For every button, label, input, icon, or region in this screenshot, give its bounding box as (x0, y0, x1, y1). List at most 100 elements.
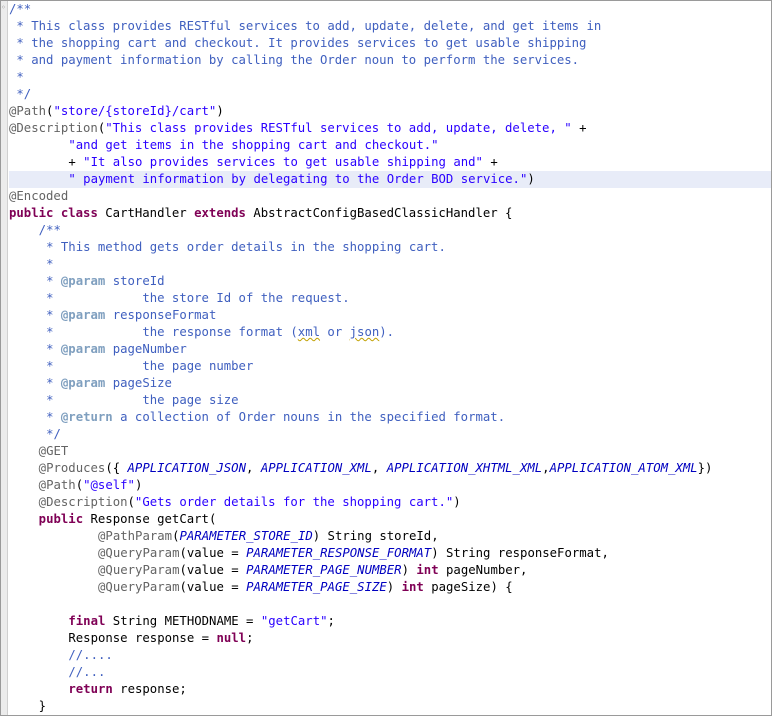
code-token: + (571, 121, 587, 135)
code-line[interactable]: @Produces({ APPLICATION_JSON, APPLICATIO… (9, 460, 771, 477)
code-token: xml (297, 325, 321, 339)
code-token: @param (60, 274, 106, 288)
code-line[interactable]: * the page number (9, 358, 771, 375)
code-token: , (542, 461, 550, 475)
code-token: PARAMETER_PAGE_SIZE (246, 580, 387, 594)
code-token: PARAMETER_PAGE_NUMBER (246, 563, 402, 577)
code-line[interactable]: * @param pageSize (9, 375, 771, 392)
code-line[interactable]: return response; (9, 681, 771, 698)
code-area[interactable]: /** * This class provides RESTful servic… (9, 1, 771, 715)
code-token: pageSize (105, 376, 172, 390)
code-token: (value = (179, 580, 247, 594)
code-token: final (68, 614, 106, 628)
code-token: "It also provides services to get usable… (83, 155, 483, 169)
code-line[interactable] (9, 596, 771, 613)
code-line[interactable]: * the response format (xml or json). (9, 324, 771, 341)
code-token: pageNumber (105, 342, 187, 356)
code-token: PARAMETER_STORE_ID (179, 529, 313, 543)
code-line[interactable]: public class CartHandler extends Abstrac… (9, 205, 771, 222)
code-line[interactable]: * the store Id of the request. (9, 290, 771, 307)
code-line[interactable]: @Encoded (9, 188, 771, 205)
code-line[interactable]: */ (9, 426, 771, 443)
code-token: json (349, 325, 380, 339)
code-line[interactable]: /** (9, 222, 771, 239)
code-token: APPLICATION_XHTML_XML (386, 461, 543, 475)
code-line[interactable]: * This method gets order details in the … (9, 239, 771, 256)
code-line[interactable]: * and payment information by calling the… (9, 52, 771, 69)
code-token: String METHODNAME = (105, 614, 261, 628)
code-line[interactable]: * @param storeId (9, 273, 771, 290)
code-editor[interactable]: ◦ /** * This class provides RESTful serv… (0, 0, 772, 716)
code-token: ) String storeId, (312, 529, 439, 543)
code-token: storeId (105, 274, 165, 288)
code-token: /** (38, 223, 61, 237)
code-token: "and get items in the shopping cart and … (68, 138, 439, 152)
code-token: ) String responseFormat, (431, 546, 609, 560)
code-token: + (68, 155, 84, 169)
code-token: class (60, 206, 98, 220)
code-line[interactable]: * @param responseFormat (9, 307, 771, 324)
code-token: "store/{storeId}/cart" (53, 104, 217, 118)
code-line[interactable]: @QueryParam(value = PARAMETER_PAGE_NUMBE… (9, 562, 771, 579)
code-token: * (38, 410, 61, 424)
code-token: (value = (179, 563, 247, 577)
code-token: * (38, 342, 61, 356)
fold-toggle-icon[interactable]: ◦ (1, 4, 6, 12)
code-token: @param (60, 342, 106, 356)
code-token: a collection of Order nouns in the speci… (112, 410, 506, 424)
code-token: * the page number (38, 359, 254, 373)
code-line[interactable]: * the page size (9, 392, 771, 409)
code-token: APPLICATION_JSON (127, 461, 246, 475)
code-token: ( (127, 495, 135, 509)
code-token: * and payment information by calling the… (9, 53, 580, 67)
code-token: * the page size (38, 393, 239, 407)
code-token: + (482, 155, 498, 169)
code-line[interactable]: */ (9, 86, 771, 103)
code-token: @QueryParam (98, 580, 180, 594)
editor-gutter: ◦ (1, 1, 8, 715)
code-line[interactable]: final String METHODNAME = "getCart"; (9, 613, 771, 630)
code-token: "getCart" (260, 614, 328, 628)
code-token: ) (453, 495, 461, 509)
code-line[interactable]: //... (9, 664, 771, 681)
code-line[interactable]: /** (9, 1, 771, 18)
code-line[interactable]: @Path("@self") (9, 477, 771, 494)
code-line[interactable]: @Description("Gets order details for the… (9, 494, 771, 511)
code-line[interactable]: * (9, 256, 771, 273)
code-line[interactable]: * This class provides RESTful services t… (9, 18, 771, 35)
code-token: Response getCart( (83, 512, 217, 526)
code-line[interactable]: @QueryParam(value = PARAMETER_PAGE_SIZE)… (9, 579, 771, 596)
code-line[interactable]: * the shopping cart and checkout. It pro… (9, 35, 771, 52)
code-token: or (320, 325, 350, 339)
code-token: ) (401, 563, 417, 577)
code-token: ) (216, 104, 224, 118)
code-token: @return (60, 410, 113, 424)
code-line[interactable]: @GET (9, 443, 771, 460)
code-line[interactable]: Response response = null; (9, 630, 771, 647)
code-token: //.... (68, 648, 113, 662)
code-token: pageNumber, (438, 563, 528, 577)
code-line[interactable]: + "It also provides services to get usab… (9, 154, 771, 171)
code-line[interactable]: "and get items in the shopping cart and … (9, 137, 771, 154)
code-line[interactable]: * @param pageNumber (9, 341, 771, 358)
code-line[interactable]: public Response getCart( (9, 511, 771, 528)
code-token: * the response format ( (38, 325, 298, 339)
code-line[interactable]: @Path("store/{storeId}/cart") (9, 103, 771, 120)
code-line[interactable]: @Description("This class provides RESTfu… (9, 120, 771, 137)
code-line[interactable]: * (9, 69, 771, 86)
code-token: ({ (105, 461, 128, 475)
code-line[interactable]: @QueryParam(value = PARAMETER_RESPONSE_F… (9, 545, 771, 562)
code-line[interactable]: } (9, 698, 771, 715)
code-line[interactable]: @PathParam(PARAMETER_STORE_ID) String st… (9, 528, 771, 545)
code-token: extends (194, 206, 246, 220)
code-token: , (246, 461, 261, 475)
code-token: @Description (38, 495, 128, 509)
code-token: * (38, 274, 61, 288)
code-line[interactable]: " payment information by delegating to t… (9, 171, 771, 188)
code-line[interactable]: //.... (9, 647, 771, 664)
code-token: @Encoded (9, 189, 69, 203)
code-token: int (416, 563, 439, 577)
code-line[interactable]: * @return a collection of Order nouns in… (9, 409, 771, 426)
code-token: */ (38, 427, 61, 441)
